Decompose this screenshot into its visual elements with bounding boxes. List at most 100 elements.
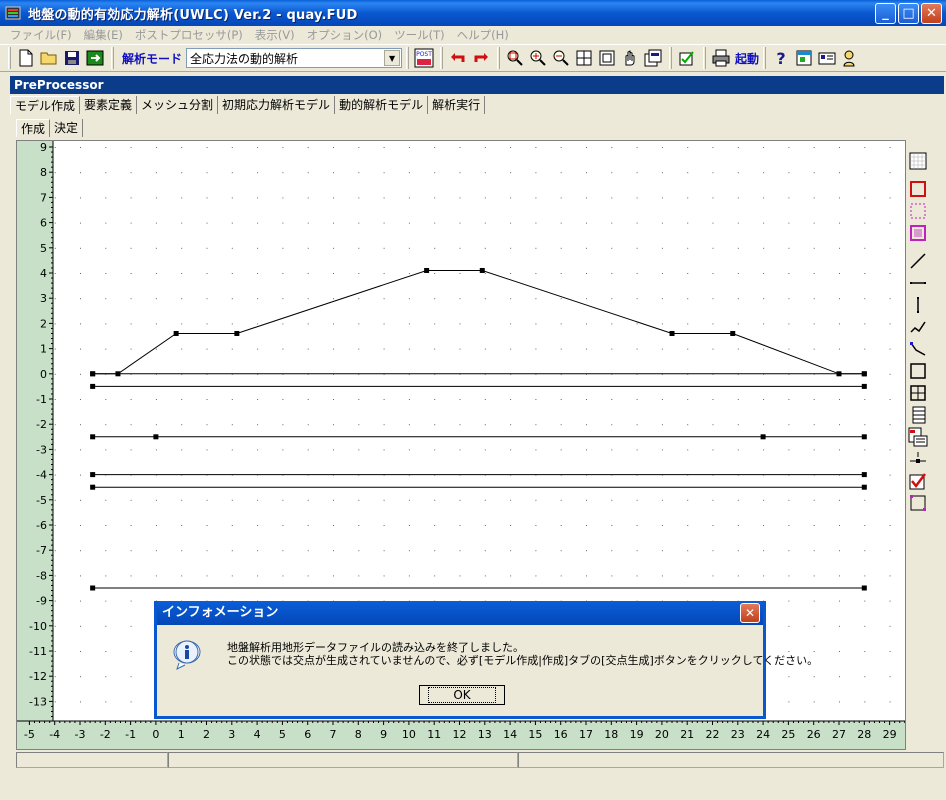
fit-all-icon[interactable]: [573, 47, 595, 69]
grid-dot: [737, 222, 739, 224]
ok-button[interactable]: OK: [419, 685, 505, 705]
x-tick-label: 23: [731, 728, 745, 741]
grid-dot: [889, 499, 891, 501]
y-tick-label: -1: [36, 393, 47, 406]
grid-dot: [586, 273, 587, 274]
zoom-out-icon[interactable]: [550, 47, 572, 69]
shape-edit-icon[interactable]: [906, 492, 930, 514]
exit-icon[interactable]: [84, 47, 106, 69]
grid-dot: [358, 424, 360, 426]
menu-postprocessor[interactable]: ポストプロセッサ(P): [129, 27, 249, 43]
minimize-button[interactable]: _: [875, 3, 896, 24]
grid-dot: [333, 525, 334, 526]
rectangle-magenta-icon[interactable]: [906, 222, 930, 244]
fit-window-icon[interactable]: [596, 47, 618, 69]
chevron-down-icon[interactable]: ▼: [384, 50, 401, 66]
grid-dot: [459, 575, 461, 577]
grid-dot: [231, 273, 233, 274]
table-icon[interactable]: [906, 404, 930, 426]
redraw-icon[interactable]: [642, 47, 664, 69]
tab-model-creation[interactable]: モデル作成: [10, 96, 81, 114]
dialog-close-button[interactable]: ✕: [740, 603, 760, 623]
check-icon[interactable]: [676, 47, 698, 69]
grid-dot: [333, 172, 334, 174]
grid-dot: [788, 701, 790, 703]
line-diagonal-icon[interactable]: [906, 250, 930, 272]
launch-label[interactable]: 起動: [735, 50, 759, 67]
menu-file[interactable]: ファイル(F): [4, 27, 78, 43]
subtab-create[interactable]: 作成: [16, 119, 51, 137]
grid-dot: [737, 424, 739, 426]
main-toolbar: 解析モード 全応力法の動的解析 ▼ POST 起動 ?: [0, 44, 946, 72]
grid-dot: [636, 147, 638, 148]
tab-run-analysis[interactable]: 解析実行: [428, 96, 486, 114]
analysis-mode-select[interactable]: 全応力法の動的解析 ▼: [186, 48, 403, 68]
check-mark-icon[interactable]: [906, 470, 930, 492]
zoom-window-icon[interactable]: [504, 47, 526, 69]
rectangle-red-icon[interactable]: [906, 178, 930, 200]
grid-dot: [586, 550, 587, 552]
new-file-icon[interactable]: [15, 47, 37, 69]
close-button[interactable]: ✕: [921, 3, 942, 24]
grid-dot: [889, 197, 891, 199]
menu-tools[interactable]: ツール(T): [388, 27, 451, 43]
square-icon[interactable]: [906, 360, 930, 382]
pan-hand-icon[interactable]: [619, 47, 641, 69]
menu-edit[interactable]: 編集(E): [78, 27, 129, 43]
grid-dot: [763, 399, 765, 400]
grid-split-icon[interactable]: [906, 382, 930, 404]
menu-options[interactable]: オプション(O): [301, 27, 389, 43]
open-folder-icon[interactable]: [38, 47, 60, 69]
tab-mesh-division[interactable]: メッシュ分割: [137, 96, 219, 114]
user-help-icon[interactable]: [839, 47, 861, 69]
grid-dot: [408, 424, 410, 426]
toolbar-grip: [703, 47, 707, 69]
zoom-in-icon[interactable]: [527, 47, 549, 69]
grid-dot: [105, 399, 107, 400]
redo-icon[interactable]: [470, 47, 492, 69]
y-tick-label: -8: [36, 569, 47, 582]
grid-dot: [181, 273, 183, 274]
tab-element-definition[interactable]: 要素定義: [80, 96, 138, 114]
grid-dot: [333, 550, 334, 552]
geometry-node: [861, 371, 867, 377]
post-button[interactable]: POST: [413, 47, 435, 69]
grid-dot: [864, 147, 866, 148]
printer-icon[interactable]: [710, 47, 732, 69]
grid-dot: [839, 499, 840, 501]
menu-view[interactable]: 表示(V): [249, 27, 301, 43]
save-icon[interactable]: [61, 47, 83, 69]
menu-help[interactable]: ヘルプ(H): [451, 27, 515, 43]
grid-dot: [80, 373, 81, 375]
y-tick-label: -10: [29, 620, 47, 633]
status-bar: [16, 752, 944, 768]
tab-dynamic-analysis-model[interactable]: 動的解析モデル: [335, 96, 429, 114]
help-icon[interactable]: ?: [770, 47, 792, 69]
tab-initial-stress-model[interactable]: 初期応力解析モデル: [218, 96, 336, 114]
select-area-icon[interactable]: [906, 150, 930, 172]
grid-dot: [105, 600, 107, 602]
grid-dot: [611, 449, 613, 451]
grid-dot: [408, 197, 410, 199]
card-icon[interactable]: [816, 47, 838, 69]
grid-dot: [307, 575, 309, 577]
grid-dot: [484, 499, 486, 501]
node-insert-icon[interactable]: [906, 448, 930, 470]
polyline-icon[interactable]: [906, 316, 930, 338]
line-vertical-icon[interactable]: [906, 294, 930, 316]
x-tick-label: 28: [857, 728, 871, 741]
grid-dot: [54, 625, 56, 627]
undo-icon[interactable]: [447, 47, 469, 69]
grid-dot: [80, 600, 81, 602]
grid-dot: [484, 172, 486, 174]
polyline-edit-icon[interactable]: [906, 338, 930, 360]
window-icon[interactable]: [793, 47, 815, 69]
grid-dot: [383, 575, 385, 577]
subtab-decide[interactable]: 決定: [50, 119, 84, 137]
maximize-button[interactable]: □: [898, 3, 919, 24]
cad-import-icon[interactable]: [906, 426, 930, 448]
grid-dot: [383, 550, 385, 552]
line-horizontal-icon[interactable]: [906, 272, 930, 294]
rectangle-dashed-icon[interactable]: [906, 200, 930, 222]
grid-dot: [560, 348, 562, 350]
